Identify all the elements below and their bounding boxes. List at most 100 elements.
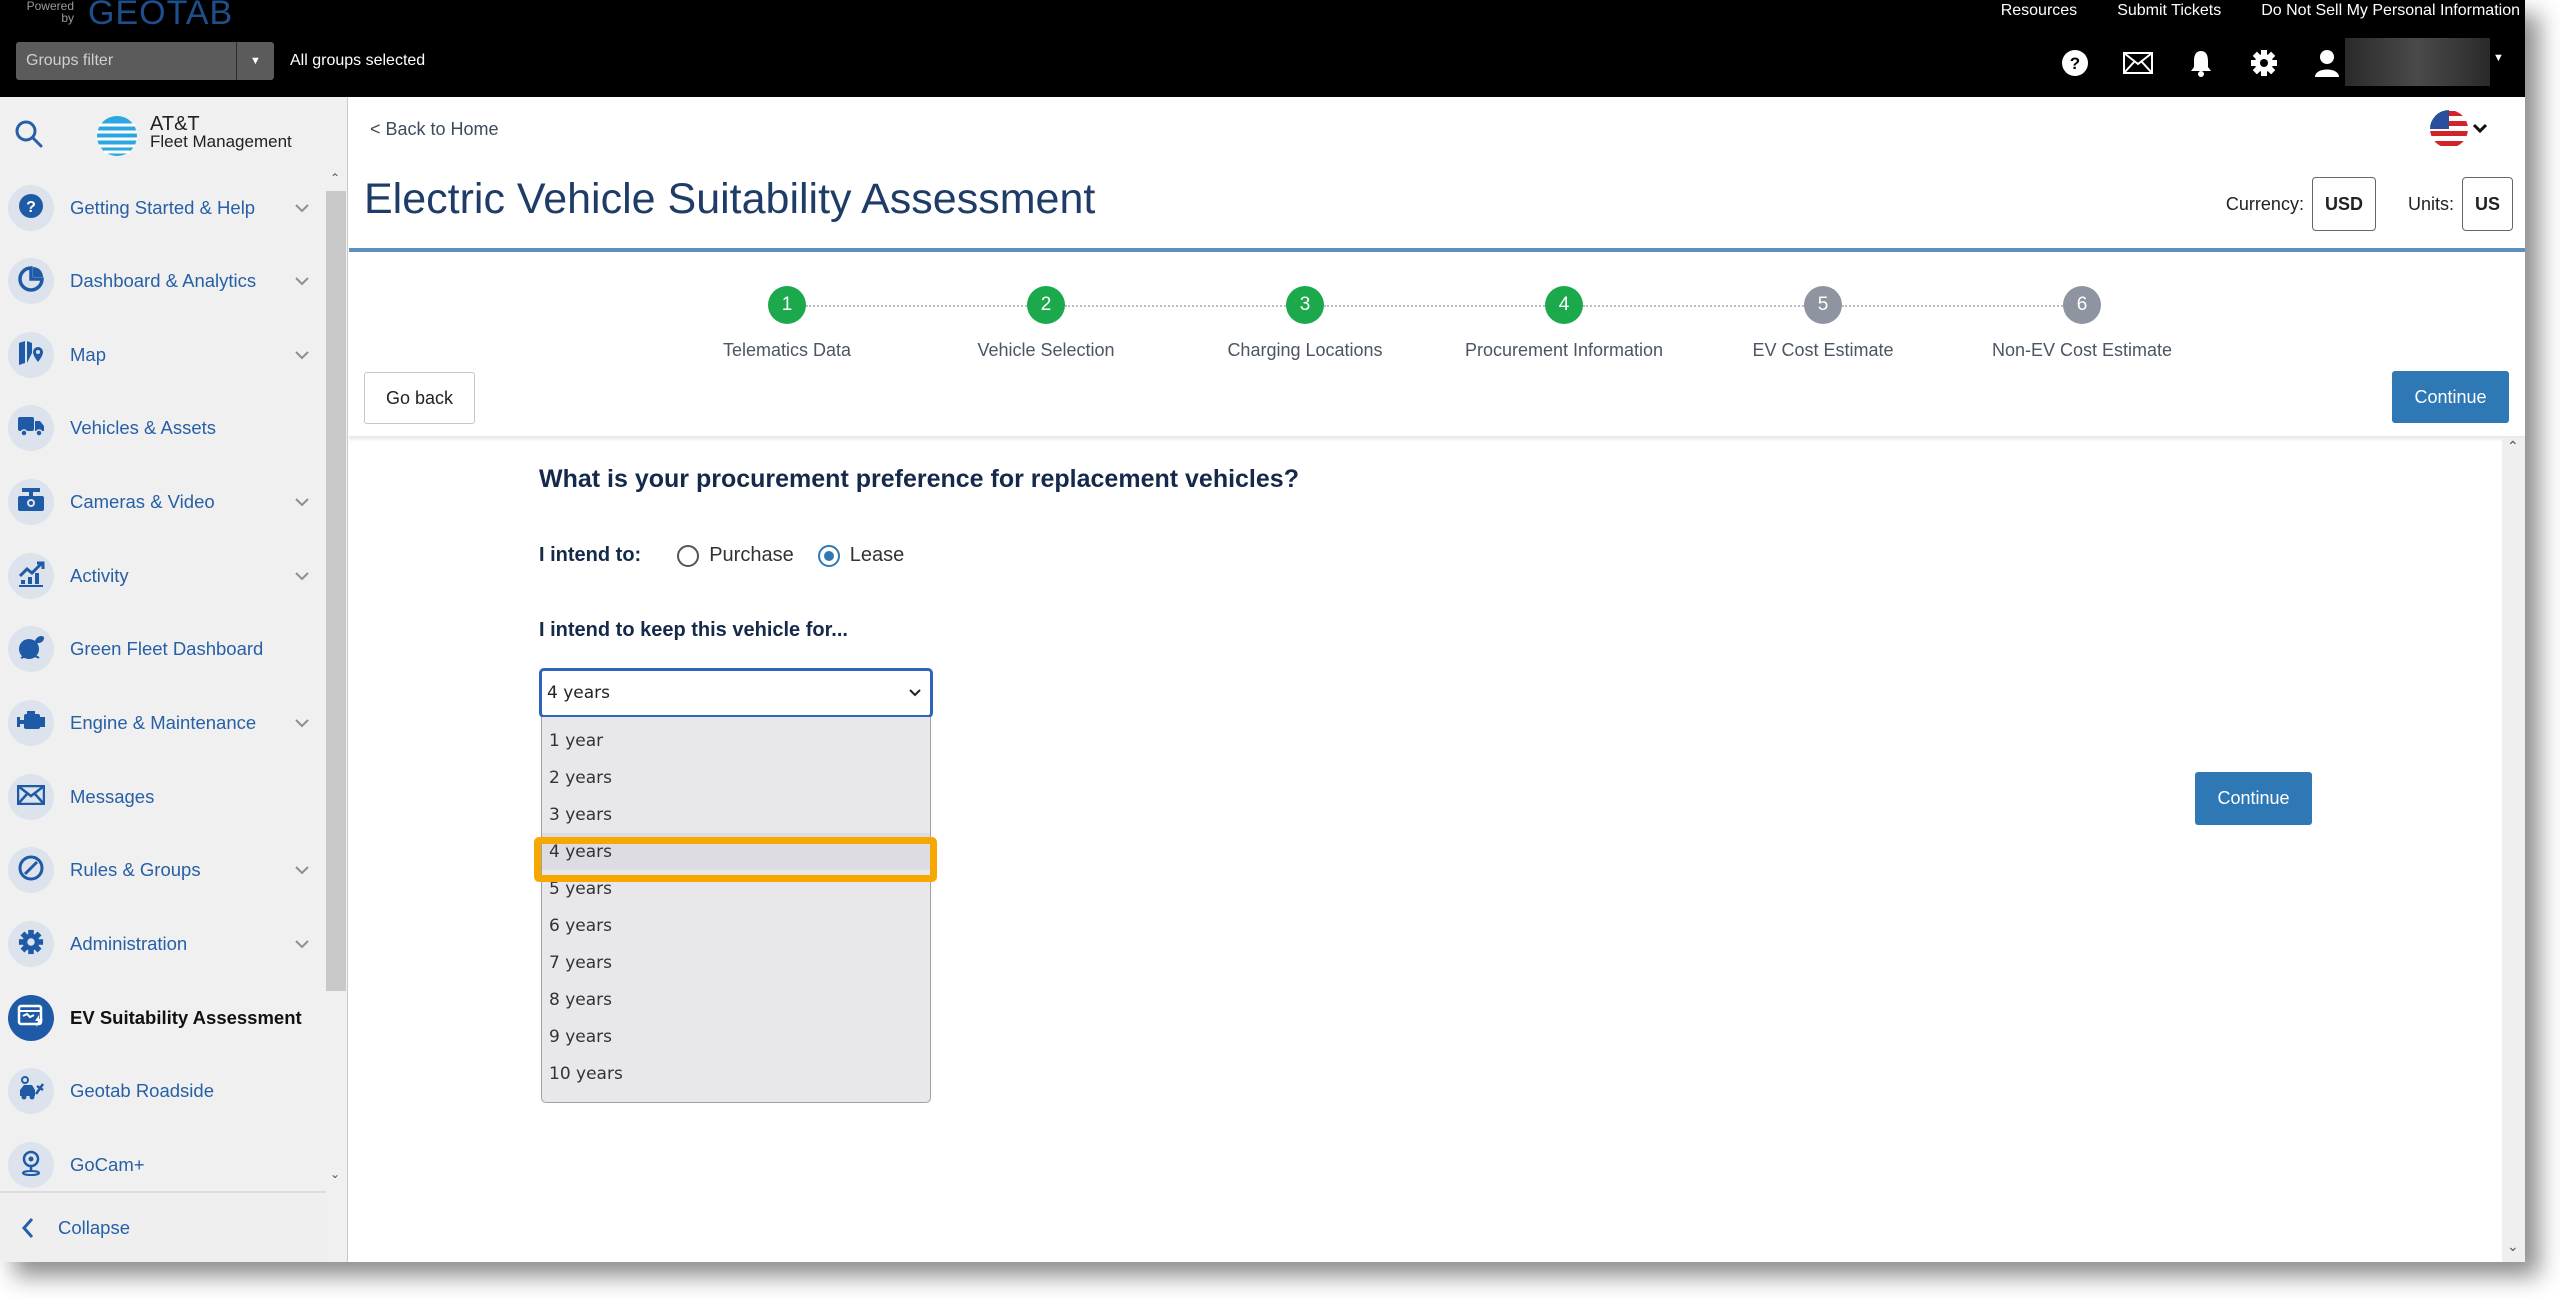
sidebar-item-label: Dashboard & Analytics (70, 270, 257, 291)
intend-row: I intend to: Purchase Lease (539, 544, 928, 567)
main-scrollbar[interactable]: ⌃ ⌄ (2502, 438, 2525, 1262)
continue-button-top[interactable]: Continue (2392, 371, 2509, 423)
scroll-up-icon[interactable]: ⌃ (330, 171, 340, 185)
continue-button[interactable]: Continue (2195, 772, 2312, 825)
camera-icon (17, 487, 45, 518)
search-icon[interactable] (14, 119, 44, 154)
top-links: Resources Submit Tickets Do Not Sell My … (2001, 2, 2520, 20)
main-content: < Back to Home Electric Vehicle Suitabil… (349, 97, 2525, 1262)
option-2-years[interactable]: 2 years (542, 759, 930, 796)
units-button[interactable]: US (2461, 177, 2513, 231)
sidebar-item-label: Cameras & Video (70, 491, 215, 512)
resources-link[interactable]: Resources (2001, 2, 2077, 20)
chevron-down-icon (909, 689, 921, 697)
collapse-button[interactable]: Collapse (0, 1191, 326, 1262)
option-3-years[interactable]: 3 years (542, 796, 930, 833)
help-icon[interactable]: ? (2060, 48, 2090, 78)
user-menu-caret-icon[interactable]: ▼ (2493, 52, 2504, 64)
option-9-years[interactable]: 9 years (542, 1018, 930, 1055)
sidebar-scrollbar-thumb[interactable] (326, 191, 346, 991)
keep-duration-label: I intend to keep this vehicle for... (539, 619, 848, 641)
chevron-down-icon[interactable] (292, 198, 312, 218)
step-5-label: EV Cost Estimate (1752, 340, 1894, 360)
back-to-home-link[interactable]: < Back to Home (370, 119, 499, 140)
gear-icon[interactable] (2249, 48, 2279, 78)
currency-button[interactable]: USD (2311, 177, 2376, 231)
sidebar-item-green-fleet[interactable]: Green Fleet Dashboard (8, 621, 318, 677)
lease-radio-label[interactable]: Lease (850, 544, 905, 567)
submit-tickets-link[interactable]: Submit Tickets (2117, 2, 2221, 20)
option-7-years[interactable]: 7 years (542, 944, 930, 981)
sidebar-item-label: EV Suitability Assessment (70, 1007, 302, 1028)
language-selector[interactable] (2429, 107, 2489, 156)
sidebar: AT&T Fleet Management ? Getting Started … (0, 97, 348, 1262)
purchase-radio[interactable]: Purchase (677, 544, 794, 567)
sidebar-scrollbar[interactable]: ⌃ ⌄ (326, 171, 348, 1191)
sidebar-item-ev-suitability[interactable]: EV Suitability Assessment (8, 990, 318, 1046)
lease-radio[interactable]: Lease (817, 544, 905, 567)
scroll-up-icon[interactable]: ⌃ (2507, 438, 2519, 455)
step-connector (1065, 305, 1286, 307)
sidebar-item-vehicles-assets[interactable]: Vehicles & Assets (8, 400, 318, 456)
mail-icon[interactable] (2123, 48, 2153, 78)
scroll-down-icon[interactable]: ⌄ (330, 1167, 340, 1181)
sidebar-item-administration[interactable]: Administration (8, 916, 318, 972)
sidebar-item-dashboard-analytics[interactable]: Dashboard & Analytics (8, 253, 318, 309)
sidebar-item-activity[interactable]: Activity (8, 548, 318, 604)
chevron-down-icon[interactable] (292, 713, 312, 733)
groups-status-text: All groups selected (290, 52, 426, 69)
option-6-years[interactable]: 6 years (542, 907, 930, 944)
sidebar-item-label: Messages (70, 786, 155, 807)
logo-line-2: Fleet Management (150, 132, 292, 151)
powered-by-text: Powered by (26, 0, 74, 25)
groups-filter-input[interactable]: Groups filter (16, 52, 236, 70)
sidebar-item-label: Administration (70, 933, 188, 954)
title-divider (349, 248, 2525, 252)
option-1-year[interactable]: 1 year (542, 722, 930, 759)
chevron-down-icon[interactable] (292, 345, 312, 365)
sidebar-item-cameras-video[interactable]: Cameras & Video (8, 474, 318, 530)
radio-unchecked-icon[interactable] (677, 544, 700, 567)
bell-icon[interactable] (2186, 48, 2216, 78)
step-4-label: Procurement Information (1464, 340, 1664, 360)
groups-filter-dropdown-button[interactable]: ▼ (236, 42, 274, 80)
option-5-years[interactable]: 5 years (542, 870, 930, 907)
sidebar-item-label: Activity (70, 565, 129, 586)
user-name-redacted[interactable] (2345, 38, 2490, 86)
sidebar-item-engine-maintenance[interactable]: Engine & Maintenance (8, 695, 318, 751)
sidebar-item-getting-started[interactable]: ? Getting Started & Help (8, 180, 318, 236)
help-icon: ? (18, 193, 44, 224)
sidebar-item-map[interactable]: Map (8, 327, 318, 383)
ev-assessment-icon (17, 1004, 45, 1033)
go-back-button[interactable]: Go back (364, 372, 475, 424)
sidebar-item-label: Vehicles & Assets (70, 417, 217, 438)
collapse-label: Collapse (58, 1216, 130, 1238)
roadside-icon (17, 1075, 45, 1107)
keep-duration-select[interactable]: 4 years (539, 668, 933, 718)
do-not-sell-link[interactable]: Do Not Sell My Personal Information (2261, 2, 2520, 20)
sidebar-item-label: Rules & Groups (70, 859, 201, 880)
chevron-down-icon[interactable] (292, 934, 312, 954)
user-icon[interactable] (2312, 48, 2342, 78)
groups-filter[interactable]: Groups filter ▼ (16, 42, 274, 80)
scroll-down-icon[interactable]: ⌄ (2507, 1238, 2519, 1255)
activity-chart-icon (17, 560, 45, 593)
option-8-years[interactable]: 8 years (542, 981, 930, 1018)
sidebar-item-geotab-roadside[interactable]: Geotab Roadside (8, 1063, 318, 1119)
sidebar-item-messages[interactable]: Messages (8, 769, 318, 825)
step-3-label: Charging Locations (1227, 340, 1383, 360)
sidebar-item-gocam[interactable]: GoCam+ (8, 1137, 318, 1193)
gear-icon (18, 929, 44, 960)
purchase-radio-label[interactable]: Purchase (709, 544, 794, 567)
radio-checked-icon[interactable] (817, 544, 840, 567)
option-10-years[interactable]: 10 years (542, 1055, 930, 1092)
sidebar-item-label: Getting Started & Help (70, 197, 256, 218)
chevron-down-icon[interactable] (292, 566, 312, 586)
option-4-years[interactable]: 4 years (542, 833, 930, 870)
chevron-down-icon[interactable] (292, 271, 312, 291)
sidebar-item-rules-groups[interactable]: Rules & Groups (8, 842, 318, 898)
chevron-down-icon[interactable] (292, 860, 312, 880)
chevron-down-icon (2472, 123, 2488, 134)
chevron-down-icon[interactable] (292, 492, 312, 512)
step-3-indicator: 3 (1286, 286, 1324, 324)
